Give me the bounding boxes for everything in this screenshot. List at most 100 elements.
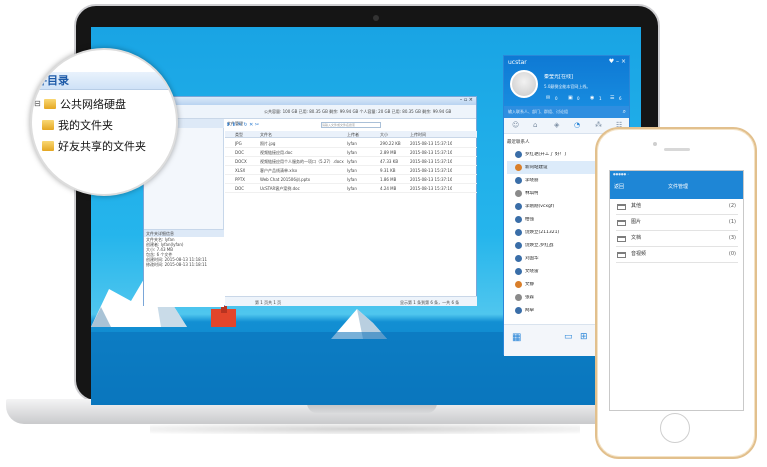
folder-icon	[617, 236, 626, 242]
tab-group-icon[interactable]: ◈	[554, 121, 559, 129]
add-icon[interactable]: ⊞	[580, 332, 588, 343]
file-type: JPG	[235, 141, 242, 146]
tab-apps-icon[interactable]: ⁂	[595, 121, 602, 129]
tab-org-icon[interactable]: ⌂	[533, 121, 537, 129]
avatar	[515, 203, 522, 210]
table-row[interactable]: XLSX 客户产品线清单.xlsx lyfan 9.31 KB 2015-08-…	[225, 166, 477, 175]
folder-detail-panel: 文件夹详细信息 文件夹名: lyfan 创建者: lyfan(lyfan) 大小…	[144, 229, 224, 307]
shared-folder-icon	[42, 141, 54, 151]
phone-list-item[interactable]: 图片 (1)	[616, 215, 738, 231]
phone-camera-icon	[653, 142, 657, 146]
message-icon[interactable]: ☰	[610, 96, 614, 101]
column-header[interactable]: 文件名	[260, 132, 272, 137]
window-controls-icon[interactable]: – ▫ ×	[460, 98, 473, 103]
avatar	[515, 307, 522, 314]
avatar	[515, 294, 522, 301]
notice-icon[interactable]: ◉	[590, 96, 594, 101]
avatar	[515, 242, 522, 249]
file-name: UcSTAR客户案例.doc	[260, 186, 300, 191]
file-type: DOC	[235, 186, 245, 191]
user-name: 秦莹光[在线]	[544, 74, 573, 80]
avatar[interactable]	[510, 70, 538, 98]
phone-speaker	[664, 148, 690, 151]
file-name: 视频链接应用.doc	[260, 150, 293, 155]
camera-icon	[373, 15, 379, 21]
tree-label: 我的文件夹	[58, 119, 113, 132]
file-type: PPTX	[235, 177, 246, 182]
phone-home-button[interactable]	[660, 413, 690, 443]
tree-toggle-icon[interactable]: ⊟	[34, 99, 41, 108]
window-titlebar[interactable]: – ▫ ×	[144, 97, 476, 105]
avatar	[515, 268, 522, 275]
file-size: 290.22 KB	[380, 141, 401, 146]
avatar	[515, 281, 522, 288]
mail-icon[interactable]: ✉	[546, 96, 550, 101]
phone-title: 文件管理	[667, 184, 688, 190]
tab-contacts-icon[interactable]: ☺	[512, 121, 519, 129]
item-count: (2)	[728, 203, 736, 209]
pager-text[interactable]: 第 1 页共 1 页	[255, 300, 281, 305]
item-label: 图片	[631, 219, 642, 225]
file-time: 2015-08-13 15:37:16	[410, 186, 453, 191]
file-size: 9.31 KB	[380, 168, 396, 173]
file-uploader: lyfan	[347, 159, 357, 164]
table-row[interactable]: DOCX 视频链接应用个人服务的一项口（5.27）.docx lyfan 47.…	[225, 157, 477, 166]
table-row[interactable]: DOC UcSTAR客户案例.doc lyfan 4.24 MB 2015-08…	[225, 184, 477, 193]
column-header[interactable]: 大小	[380, 132, 388, 137]
file-type: XLSX	[235, 168, 246, 173]
file-uploader: lyfan	[347, 168, 357, 173]
folder-icon	[44, 99, 56, 109]
tree-label: 好友共享的文件夹	[58, 140, 146, 153]
back-button[interactable]: 返回	[614, 184, 624, 190]
table-row[interactable]: DOC 视频链接应用.doc lyfan 2.89 MB 2015-08-13 …	[225, 148, 477, 157]
file-time: 2015-08-13 15:37:16	[410, 177, 453, 182]
file-uploader: lyfan	[347, 186, 357, 191]
table-row[interactable]: PPTX Web Chat 201506训.pptx lyfan 1.86 MB…	[225, 175, 477, 184]
item-label: 音视频	[631, 251, 647, 257]
tree-item-my-folder[interactable]: 我的文件夹	[42, 118, 176, 136]
magnifier-header: 件目录	[32, 72, 176, 90]
menu-grid-icon[interactable]: ▦	[512, 332, 521, 343]
file-size: 2.89 MB	[380, 150, 397, 155]
folder-icon	[617, 204, 626, 210]
user-signature[interactable]: 5.0颠倒全能本官网上线。	[544, 84, 629, 89]
file-actions-icon[interactable]: ⬆ ⬇ ✎ ↻ ✕ ✂	[226, 123, 259, 128]
file-uploader: lyfan	[347, 141, 357, 146]
avatar	[515, 229, 522, 236]
phone-list-item[interactable]: 音视频 (0)	[616, 247, 738, 263]
phone-list-item[interactable]: 其他 (2)	[616, 199, 738, 215]
column-header[interactable]: 上传时间	[410, 132, 426, 137]
item-label: 其他	[631, 203, 642, 209]
file-uploader: lyfan	[347, 177, 357, 182]
file-time: 2015-08-13 15:37:16	[410, 159, 453, 164]
tree-item-public-disk[interactable]: ⊟ 公共网络硬盘	[34, 97, 176, 115]
window-controls-icon[interactable]: ♥ – ×	[609, 58, 626, 65]
pager-bar: 第 1 页共 1 页 显示第 1 条到第 6 条，一共 6 条	[225, 296, 477, 306]
phone-list-item[interactable]: 文档 (3)	[616, 231, 738, 247]
avatar	[515, 164, 522, 171]
file-time: 2015-08-13 15:37:16	[410, 141, 453, 146]
table-row[interactable]: JPG 照片.jpg lyfan 290.22 KB 2015-08-13 15…	[225, 139, 477, 148]
folder-tree-title: 件目录	[36, 74, 69, 87]
avatar	[515, 190, 522, 197]
column-header[interactable]: 上传者	[347, 132, 359, 137]
tab-recent-icon[interactable]: ◔	[574, 121, 580, 129]
column-header[interactable]: 类型	[235, 132, 243, 137]
file-name: Web Chat 201506训.pptx	[260, 177, 311, 182]
file-uploader: lyfan	[347, 150, 357, 155]
file-search-input[interactable]: 请输入文件或文件名搜索	[321, 122, 381, 128]
file-time: 2015-08-13 15:37:16	[410, 150, 453, 155]
folder-icon	[617, 220, 626, 226]
mail-count: 0	[555, 96, 558, 101]
file-name: 客户产品线清单.xlsx	[260, 168, 298, 173]
file-name: 视频链接应用个人服务的一项口（5.27）.docx	[260, 159, 344, 164]
contact-search[interactable]: 输入联系人、部门、群组、讨论组 ⌕	[504, 106, 629, 118]
tree-item-shared-folder[interactable]: 好友共享的文件夹	[42, 139, 176, 157]
file-type: DOC	[235, 150, 245, 155]
search-icon[interactable]: ⌕	[623, 108, 626, 115]
item-label: 文档	[631, 235, 642, 241]
monitor-icon[interactable]: ▭	[564, 332, 573, 343]
folder-tree-magnifier: 件目录 ⊟ 公共网络硬盘 我的文件夹 好友共享的文件夹	[30, 48, 178, 196]
task-icon[interactable]: ▣	[568, 96, 573, 101]
file-size: 47.33 KB	[380, 159, 399, 164]
